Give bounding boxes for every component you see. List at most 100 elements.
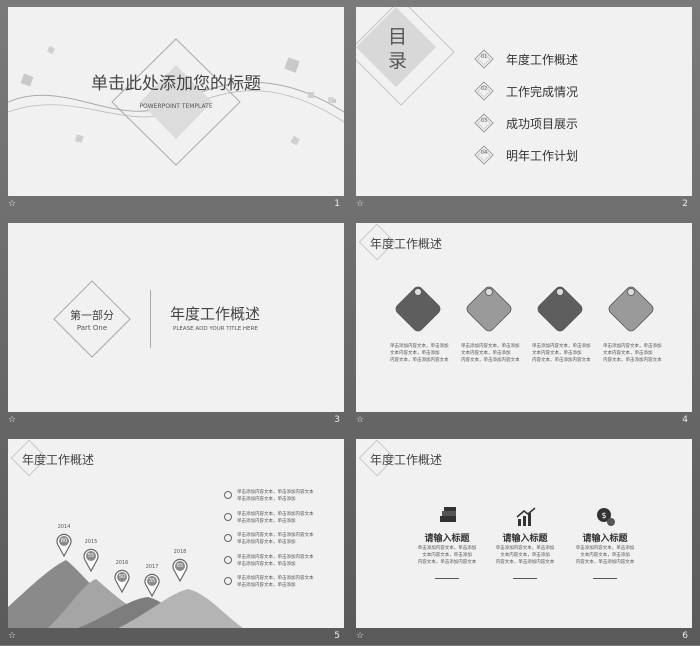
year-pin: 2015 55 bbox=[83, 539, 99, 576]
bullet-circle-icon bbox=[224, 577, 232, 585]
slide-thumbnail-2[interactable]: 目 录 01 年度工作概述 02 工作完成情况 03 成功项目展示 04 明年工作计划 bbox=[356, 7, 692, 196]
bullet-circle-icon bbox=[224, 491, 232, 499]
info-card bbox=[532, 281, 588, 341]
year-label: 2015 bbox=[84, 539, 98, 545]
card-diamond bbox=[395, 286, 441, 332]
toc-label: 工作完成情况 bbox=[506, 85, 579, 99]
column-heading: 请输入标题 bbox=[502, 534, 548, 544]
slide3-footer: ☆ 3 bbox=[8, 414, 344, 430]
year-pin: 2017 35 bbox=[144, 564, 160, 601]
card-text: 单击添加内容文本，单击添加 文本内容文本，单击添加 内容文本，单击添加内容文本 bbox=[532, 344, 591, 363]
toc-label: 年度工作概述 bbox=[506, 53, 579, 67]
toc-label: 成功项目展示 bbox=[506, 117, 579, 131]
bullet-item: 单击添加内容文本，单击添加内容文本 单击添加内容文本，单击添加 bbox=[224, 532, 334, 548]
toc-number: 01 bbox=[480, 54, 488, 60]
year-pin: 2014 80 bbox=[56, 524, 72, 561]
divider bbox=[150, 290, 151, 348]
column-underline bbox=[435, 578, 459, 579]
slide1-footer: ☆ 1 bbox=[8, 198, 344, 214]
toc-label: 明年工作计划 bbox=[506, 149, 579, 163]
map-pin-icon bbox=[56, 533, 72, 557]
slide1-subtitle: POWERPOINT TEMPLATE bbox=[139, 103, 213, 110]
card-text: 单击添加内容文本，单击添加 文本内容文本，单击添加 内容文本，单击添加内容文本 bbox=[390, 344, 449, 363]
map-pin-icon bbox=[172, 558, 188, 582]
pin-value: 50 bbox=[118, 574, 126, 580]
slide-thumbnail-6[interactable]: 年度工作概述 请输入标题单击添加内容文本，单击添加 文本内容文本，单击添加 内容文本… bbox=[356, 439, 692, 628]
column-heading: 请输入标题 bbox=[582, 534, 628, 544]
toc-item[interactable]: 03 成功项目展示 bbox=[474, 113, 684, 133]
slide6-title: 年度工作概述 bbox=[370, 453, 443, 467]
slide-number: 1 bbox=[334, 199, 340, 209]
slide2-title: 目 录 bbox=[388, 26, 408, 72]
slide2-title-diamond bbox=[356, 7, 455, 106]
bullet-item: 单击添加内容文本，单击添加内容文本 单击添加内容文本，单击添加 bbox=[224, 575, 334, 591]
pin-value: 35 bbox=[148, 578, 156, 584]
toc-item[interactable]: 01 年度工作概述 bbox=[474, 49, 684, 69]
slide-thumbnail-1[interactable]: 单击此处添加您的标题 POWERPOINT TEMPLATE bbox=[8, 7, 344, 196]
growth-chart-icon bbox=[516, 507, 536, 526]
slide-number: 6 bbox=[682, 631, 688, 641]
slide5-footer: ☆ 5 bbox=[8, 630, 344, 646]
toc-number: 03 bbox=[480, 118, 488, 124]
slide-thumbnail-5[interactable]: 年度工作概述 2014 80 2015 55 2016 50 2017 35 2018 65 单击… bbox=[8, 439, 344, 628]
slide1-title: 单击此处添加您的标题 bbox=[91, 74, 261, 94]
card-diamond bbox=[537, 286, 583, 332]
star-icon: ☆ bbox=[8, 415, 17, 425]
map-pin-icon bbox=[83, 548, 99, 572]
star-icon: ☆ bbox=[356, 631, 365, 641]
map-pin-icon bbox=[114, 569, 130, 593]
slide-number: 3 bbox=[334, 415, 340, 425]
toc-item[interactable]: 04 明年工作计划 bbox=[474, 145, 684, 165]
year-label: 2017 bbox=[145, 564, 159, 570]
slide-thumbnail-4[interactable]: 年度工作概述 单击添加内容文本，单击添加 文本内容文本，单击添加 内容文本，单击添加… bbox=[356, 223, 692, 412]
feature-column: 请输入标题单击添加内容文本，单击添加 文本内容文本，单击添加 内容文本，单击添加内容… bbox=[490, 507, 560, 587]
bullet-circle-icon bbox=[224, 555, 232, 564]
year-label: 2014 bbox=[57, 524, 71, 530]
pin-value: 55 bbox=[87, 553, 95, 559]
year-label: 2018 bbox=[173, 549, 187, 555]
column-underline bbox=[513, 578, 537, 579]
column-text: 单击添加内容文本，单击添加 文本内容文本，单击添加 内容文本，单击添加内容文本 bbox=[495, 546, 555, 565]
star-icon: ☆ bbox=[8, 631, 17, 641]
info-card bbox=[461, 281, 517, 341]
info-card bbox=[390, 281, 446, 341]
slide-number: 4 bbox=[682, 415, 688, 425]
bullet-circle-icon bbox=[224, 512, 232, 521]
slide-thumbnail-3[interactable]: 第一部分 Part One 年度工作概述 PLEASE ADD YOUR TIT… bbox=[8, 223, 344, 412]
slide-number: 2 bbox=[682, 199, 688, 209]
slide4-title: 年度工作概述 bbox=[370, 237, 443, 251]
bullet-item: 单击添加内容文本，单击添加内容文本 单击添加内容文本，单击添加 bbox=[224, 554, 334, 570]
map-pin-icon bbox=[144, 573, 160, 597]
slide6-footer: ☆ 6 bbox=[356, 630, 692, 646]
slide4-footer: ☆ 4 bbox=[356, 414, 692, 430]
part-label: 第一部分 bbox=[70, 309, 114, 322]
section-title: 年度工作概述 bbox=[170, 305, 261, 323]
toc-item[interactable]: 02 工作完成情况 bbox=[474, 81, 684, 101]
slide2-footer: ☆ 2 bbox=[356, 198, 692, 214]
bullet-circle-icon bbox=[224, 534, 232, 542]
star-icon: ☆ bbox=[356, 415, 365, 425]
toc-number: 04 bbox=[480, 150, 488, 156]
pin-value: 65 bbox=[176, 563, 184, 569]
info-card bbox=[603, 281, 659, 341]
column-underline bbox=[593, 578, 617, 579]
star-icon: ☆ bbox=[8, 199, 17, 209]
bullet-item: 单击添加内容文本，单击添加内容文本 单击添加内容文本，单击添加 bbox=[224, 489, 334, 505]
feature-column: 请输入标题 单击添加内容文本，单击添加 文本内容文本，单击添加 内容文本，单击添加内容… bbox=[412, 507, 482, 587]
slide-number: 5 bbox=[334, 631, 340, 641]
card-text: 单击添加内容文本，单击添加 文本内容文本，单击添加 内容文本，单击添加内容文本 bbox=[461, 344, 520, 363]
year-pin: 2018 65 bbox=[172, 549, 188, 586]
part-english-label: Part One bbox=[76, 324, 108, 332]
svg-text:$: $ bbox=[601, 511, 606, 520]
year-label: 2016 bbox=[115, 560, 129, 566]
toc-number: 02 bbox=[480, 86, 488, 92]
column-heading: 请输入标题 bbox=[424, 534, 470, 544]
section-subtitle: PLEASE ADD YOUR TITLE HERE bbox=[173, 326, 258, 332]
star-icon: ☆ bbox=[356, 199, 365, 209]
bullet-item: 单击添加内容文本，单击添加内容文本 单击添加内容文本，单击添加 bbox=[224, 511, 334, 527]
dollar-coins-icon: $ bbox=[597, 508, 615, 526]
year-pin: 2016 50 bbox=[114, 560, 130, 597]
slide1-decoration bbox=[8, 38, 344, 166]
card-diamond bbox=[608, 286, 654, 332]
card-text: 单击添加内容文本，单击添加 文本内容文本，单击添加 内容文本，单击添加内容文本 bbox=[603, 344, 662, 363]
